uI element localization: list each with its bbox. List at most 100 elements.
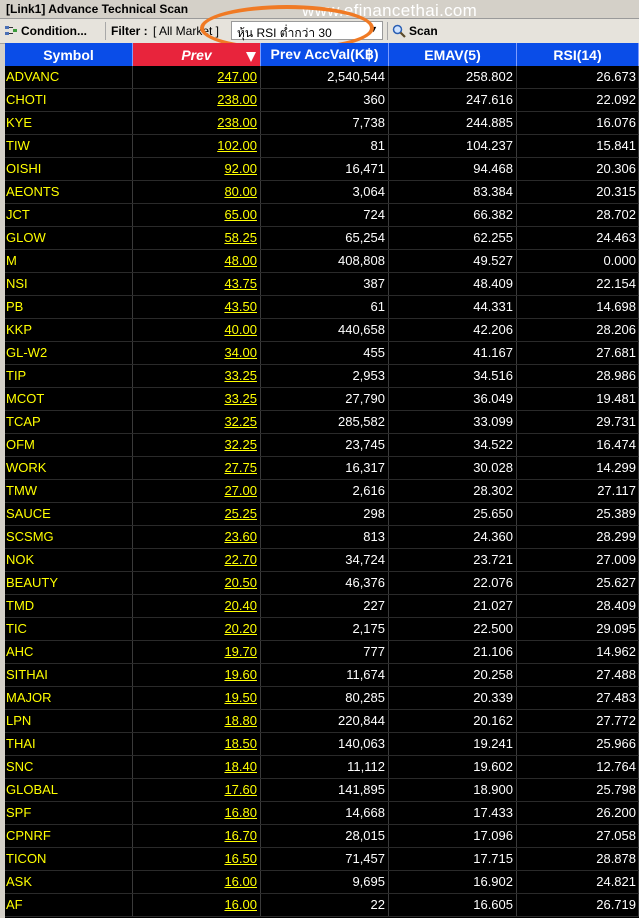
column-header-prev-label: Prev: [181, 46, 212, 63]
table-row[interactable]: KKP 40.00 440,658 42.206 28.206: [5, 319, 639, 342]
cell-prev[interactable]: 16.70: [133, 825, 261, 847]
table-row[interactable]: KYE 238.00 7,738 244.885 16.076: [5, 112, 639, 135]
table-row[interactable]: SCSMG 23.60 813 24.360 28.299: [5, 526, 639, 549]
column-header-symbol[interactable]: Symbol: [5, 43, 133, 66]
cell-prev[interactable]: 48.00: [133, 250, 261, 272]
table-row[interactable]: TMW 27.00 2,616 28.302 27.117: [5, 480, 639, 503]
table-row[interactable]: M 48.00 408,808 49.527 0.000: [5, 250, 639, 273]
table-row[interactable]: OFM 32.25 23,745 34.522 16.474: [5, 434, 639, 457]
cell-prev[interactable]: 32.25: [133, 411, 261, 433]
condition-button[interactable]: Condition...: [4, 21, 87, 40]
table-row[interactable]: TMD 20.40 227 21.027 28.409: [5, 595, 639, 618]
table-row[interactable]: CPNRF 16.70 28,015 17.096 27.058: [5, 825, 639, 848]
cell-prev[interactable]: 23.60: [133, 526, 261, 548]
cell-prev[interactable]: 34.00: [133, 342, 261, 364]
cell-rsi: 27.681: [517, 342, 639, 364]
table-row[interactable]: AF 16.00 22 16.605 26.719: [5, 894, 639, 917]
cell-prev[interactable]: 18.80: [133, 710, 261, 732]
table-row[interactable]: TIC 20.20 2,175 22.500 29.095: [5, 618, 639, 641]
table-row[interactable]: TIP 33.25 2,953 34.516 28.986: [5, 365, 639, 388]
table-row[interactable]: PB 43.50 61 44.331 14.698: [5, 296, 639, 319]
cell-accval: 11,674: [261, 664, 389, 686]
cell-symbol: TCAP: [5, 411, 133, 433]
chevron-down-icon[interactable]: ▼: [369, 24, 378, 34]
table-row[interactable]: OISHI 92.00 16,471 94.468 20.306: [5, 158, 639, 181]
cell-prev[interactable]: 18.50: [133, 733, 261, 755]
cell-prev[interactable]: 33.25: [133, 365, 261, 387]
cell-prev[interactable]: 25.25: [133, 503, 261, 525]
table-row[interactable]: CHOTI 238.00 360 247.616 22.092: [5, 89, 639, 112]
cell-prev[interactable]: 19.70: [133, 641, 261, 663]
cell-prev[interactable]: 18.40: [133, 756, 261, 778]
cell-prev[interactable]: 16.80: [133, 802, 261, 824]
cell-prev[interactable]: 20.20: [133, 618, 261, 640]
table-row[interactable]: SITHAI 19.60 11,674 20.258 27.488: [5, 664, 639, 687]
cell-prev[interactable]: 16.50: [133, 848, 261, 870]
cell-prev[interactable]: 20.40: [133, 595, 261, 617]
cell-prev[interactable]: 40.00: [133, 319, 261, 341]
cell-emav: 49.527: [389, 250, 517, 272]
column-header-emav[interactable]: EMAV(5): [389, 43, 517, 66]
table-row[interactable]: BEAUTY 20.50 46,376 22.076 25.627: [5, 572, 639, 595]
market-filter[interactable]: [ All Market ]: [153, 21, 219, 40]
cell-prev[interactable]: 43.50: [133, 296, 261, 318]
cell-prev[interactable]: 32.25: [133, 434, 261, 456]
table-row[interactable]: THAI 18.50 140,063 19.241 25.966: [5, 733, 639, 756]
table-row[interactable]: TCAP 32.25 285,582 33.099 29.731: [5, 411, 639, 434]
cell-emav: 104.237: [389, 135, 517, 157]
cell-prev[interactable]: 16.00: [133, 871, 261, 893]
table-row[interactable]: TICON 16.50 71,457 17.715 28.878: [5, 848, 639, 871]
scan-results-grid[interactable]: Symbol Prev Prev AccVal(K฿) EMAV(5) RSI(…: [5, 43, 639, 918]
cell-prev[interactable]: 92.00: [133, 158, 261, 180]
cell-rsi: 20.306: [517, 158, 639, 180]
condition-select[interactable]: หุ้น RSI ต่ำกว่า 30 ▼: [231, 21, 383, 40]
table-row[interactable]: WORK 27.75 16,317 30.028 14.299: [5, 457, 639, 480]
cell-prev[interactable]: 19.60: [133, 664, 261, 686]
cell-symbol: NSI: [5, 273, 133, 295]
column-header-accval[interactable]: Prev AccVal(K฿): [261, 43, 389, 66]
table-row[interactable]: GLOBAL 17.60 141,895 18.900 25.798: [5, 779, 639, 802]
table-row[interactable]: MCOT 33.25 27,790 36.049 19.481: [5, 388, 639, 411]
table-row[interactable]: JCT 65.00 724 66.382 28.702: [5, 204, 639, 227]
cell-prev[interactable]: 102.00: [133, 135, 261, 157]
cell-accval: 360: [261, 89, 389, 111]
table-row[interactable]: ASK 16.00 9,695 16.902 24.821: [5, 871, 639, 894]
cell-prev[interactable]: 16.00: [133, 894, 261, 916]
table-row[interactable]: SPF 16.80 14,668 17.433 26.200: [5, 802, 639, 825]
cell-prev[interactable]: 238.00: [133, 112, 261, 134]
cell-prev[interactable]: 22.70: [133, 549, 261, 571]
cell-prev[interactable]: 33.25: [133, 388, 261, 410]
table-row[interactable]: SNC 18.40 11,112 19.602 12.764: [5, 756, 639, 779]
scan-button[interactable]: Scan: [392, 21, 438, 40]
cell-symbol: MAJOR: [5, 687, 133, 709]
table-row[interactable]: MAJOR 19.50 80,285 20.339 27.483: [5, 687, 639, 710]
cell-prev[interactable]: 19.50: [133, 687, 261, 709]
cell-emav: 17.715: [389, 848, 517, 870]
table-row[interactable]: NSI 43.75 387 48.409 22.154: [5, 273, 639, 296]
column-header-prev[interactable]: Prev: [133, 43, 261, 66]
cell-prev[interactable]: 27.75: [133, 457, 261, 479]
cell-symbol: JCT: [5, 204, 133, 226]
table-row[interactable]: SAUCE 25.25 298 25.650 25.389: [5, 503, 639, 526]
table-row[interactable]: AEONTS 80.00 3,064 83.384 20.315: [5, 181, 639, 204]
cell-prev[interactable]: 80.00: [133, 181, 261, 203]
cell-emav: 17.433: [389, 802, 517, 824]
table-row[interactable]: ADVANC 247.00 2,540,544 258.802 26.673: [5, 66, 639, 89]
table-row[interactable]: TIW 102.00 81 104.237 15.841: [5, 135, 639, 158]
table-row[interactable]: LPN 18.80 220,844 20.162 27.772: [5, 710, 639, 733]
cell-prev[interactable]: 65.00: [133, 204, 261, 226]
cell-accval: 140,063: [261, 733, 389, 755]
cell-prev[interactable]: 27.00: [133, 480, 261, 502]
table-row[interactable]: AHC 19.70 777 21.106 14.962: [5, 641, 639, 664]
column-header-rsi[interactable]: RSI(14): [517, 43, 639, 66]
cell-prev[interactable]: 58.25: [133, 227, 261, 249]
cell-prev[interactable]: 247.00: [133, 66, 261, 88]
table-row[interactable]: GL-W2 34.00 455 41.167 27.681: [5, 342, 639, 365]
table-row[interactable]: NOK 22.70 34,724 23.721 27.009: [5, 549, 639, 572]
cell-prev[interactable]: 17.60: [133, 779, 261, 801]
cell-prev[interactable]: 43.75: [133, 273, 261, 295]
cell-prev[interactable]: 20.50: [133, 572, 261, 594]
cell-symbol: CPNRF: [5, 825, 133, 847]
cell-prev[interactable]: 238.00: [133, 89, 261, 111]
table-row[interactable]: GLOW 58.25 65,254 62.255 24.463: [5, 227, 639, 250]
